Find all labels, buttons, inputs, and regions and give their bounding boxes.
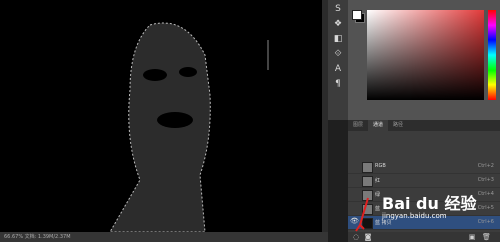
tab-layers[interactable]: 图层 (348, 120, 368, 131)
baidu-watermark: Bai du 经验 jingyan.baidu.com (382, 190, 476, 220)
document-canvas[interactable] (0, 0, 322, 232)
channel-name: RGB (375, 163, 386, 169)
new-channel-icon[interactable]: ▣ (468, 233, 476, 241)
channel-row-rgb[interactable]: RGB Ctrl+2 (348, 160, 500, 174)
tool-character-icon[interactable]: A (332, 63, 344, 75)
channel-shortcut: Ctrl+2 (477, 163, 494, 169)
channel-name: 绿 (375, 192, 381, 198)
tool-swatches-icon[interactable]: S (332, 3, 344, 15)
channel-name: 蓝 拷贝 (375, 220, 392, 226)
status-text: 66.67% 文档: 1.39M/2.37M (4, 234, 71, 240)
watermark-brand: Bai du 经验 (382, 194, 477, 213)
status-bar: 66.67% 文档: 1.39M/2.37M (0, 232, 328, 242)
tool-brush-icon[interactable]: ❖ (332, 18, 344, 30)
channel-shortcut: Ctrl+3 (477, 177, 494, 183)
channel-thumbnail (362, 162, 373, 173)
channel-row-red[interactable]: 红 Ctrl+3 (348, 174, 500, 188)
channel-image (109, 22, 269, 232)
delete-channel-icon[interactable]: 🗑 (482, 233, 491, 241)
tool-paragraph-icon[interactable]: ¶ (332, 78, 344, 90)
tool-3d-icon[interactable]: ⟐ (332, 48, 344, 60)
channel-name: 蓝 (375, 206, 381, 212)
color-picker-field[interactable] (367, 10, 484, 100)
tab-paths[interactable]: 路径 (388, 120, 408, 131)
channel-shortcut: Ctrl+4 (477, 191, 494, 197)
channel-name: 红 (375, 178, 381, 184)
hue-slider[interactable] (488, 10, 496, 100)
channel-shortcut: Ctrl+6 (477, 219, 494, 225)
side-toolbar: S ❖ ◧ ⟐ A ¶ (328, 0, 349, 120)
foreground-color-swatch[interactable] (352, 10, 362, 20)
tab-channels[interactable]: 通道 (368, 120, 389, 131)
channel-thumbnail (362, 176, 373, 187)
tool-adjust-icon[interactable]: ◧ (332, 33, 344, 45)
panel-tabs: 图层 通道 路径 (348, 120, 500, 131)
watermark-url: jingyan.baidu.com (382, 212, 447, 220)
channel-shortcut: Ctrl+5 (477, 205, 494, 211)
annotation-arrow-icon (355, 197, 369, 232)
